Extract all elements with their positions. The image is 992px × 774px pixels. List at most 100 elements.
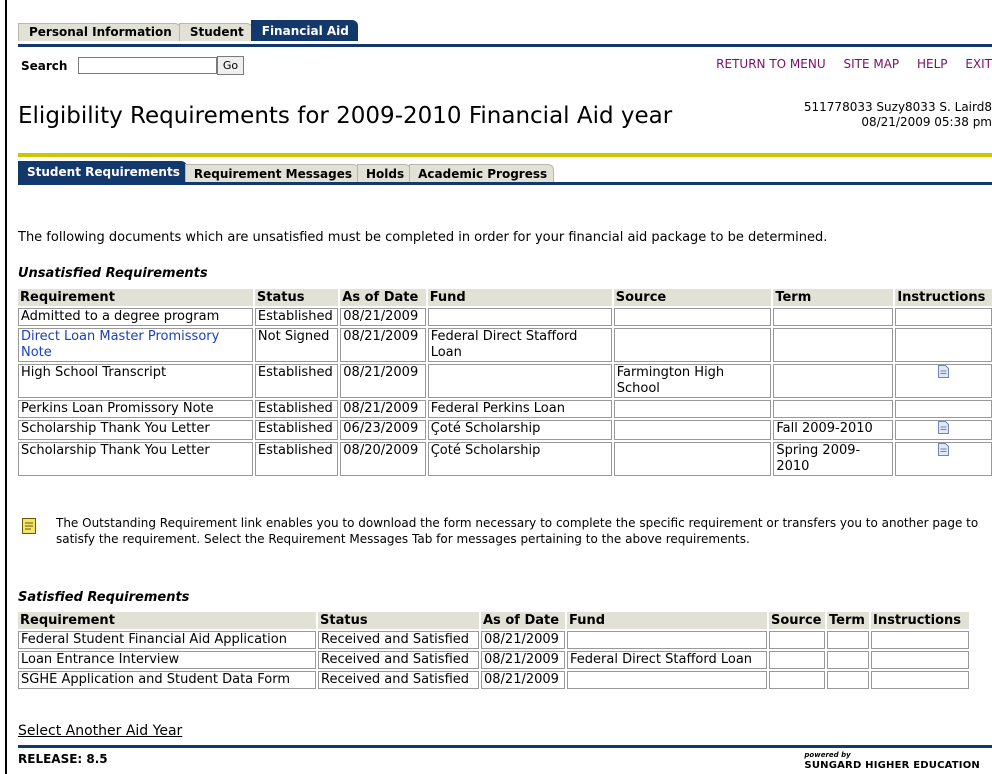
requirement-cell: Loan Entrance Interview (18, 651, 316, 669)
status-cell: Established (254, 400, 339, 418)
status-cell: Established (254, 442, 339, 476)
go-button[interactable]: Go (217, 56, 244, 75)
satisfied-rows: Federal Student Financial Aid Applicatio… (18, 631, 969, 689)
table-row: SGHE Application and Student Data Form Re… (18, 671, 969, 689)
term-cell: Fall 2009-2010 (773, 420, 894, 440)
term-cell (773, 328, 894, 362)
site-map-link[interactable]: SITE MAP (843, 57, 899, 71)
fund-cell: Federal Perkins Loan (427, 400, 612, 418)
col-as-of-date: As of Date (340, 289, 426, 306)
table-row: Direct Loan Master Promissory Note Not Si… (18, 328, 992, 362)
table-header-row: Requirement Status As of Date Fund Sourc… (18, 289, 992, 306)
exit-link[interactable]: EXIT (965, 57, 992, 71)
fund-cell: Federal Direct Stafford Loan (567, 651, 767, 669)
tab-requirement-messages[interactable]: Requirement Messages (184, 164, 359, 183)
requirement-cell: SGHE Application and Student Data Form (18, 671, 316, 689)
col-status: Status (254, 289, 339, 306)
col-source: Source (613, 289, 772, 306)
tab-student-requirements[interactable]: Student Requirements (18, 161, 187, 183)
tab-personal-information[interactable]: Personal Information (18, 23, 181, 41)
col-term: Term (773, 289, 894, 306)
fund-cell (567, 631, 767, 649)
fund-cell (427, 308, 612, 326)
col-fund: Fund (567, 612, 767, 629)
col-term: Term (827, 612, 869, 629)
source-cell: Farmington High School (613, 364, 772, 398)
instructions-cell (895, 420, 992, 440)
col-instructions: Instructions (895, 289, 992, 306)
satisfied-heading: Satisfied Requirements (18, 590, 190, 605)
date-cell: 08/21/2009 (481, 651, 565, 669)
instructions-cell (871, 671, 969, 689)
timestamp: 08/21/2009 05:38 pm (861, 115, 992, 129)
select-another-aid-year-link[interactable]: Select Another Aid Year (18, 723, 182, 739)
date-cell: 08/20/2009 (340, 442, 426, 476)
col-requirement: Requirement (18, 289, 253, 306)
source-cell (613, 328, 772, 362)
help-link[interactable]: HELP (917, 57, 948, 71)
col-status: Status (318, 612, 479, 629)
instructions-cell (895, 400, 992, 418)
source-cell (769, 651, 825, 669)
table-row: Loan Entrance Interview Received and Sati… (18, 651, 969, 669)
tab-student[interactable]: Student (178, 23, 253, 41)
unsatisfied-rows: Admitted to a degree program Established 0… (18, 308, 992, 476)
col-source: Source (769, 612, 825, 629)
source-cell (613, 420, 772, 440)
requirement-cell[interactable]: Direct Loan Master Promissory Note (18, 328, 253, 362)
col-fund: Fund (427, 289, 612, 306)
status-cell: Not Signed (254, 328, 339, 362)
tab-financial-aid[interactable]: Financial Aid (250, 20, 358, 41)
col-requirement: Requirement (18, 612, 316, 629)
info-note-text: The Outstanding Requirement link enables… (56, 516, 979, 546)
intro-text: The following documents which are unsati… (18, 230, 828, 245)
top-tab-rule (18, 44, 992, 47)
unsatisfied-table: Requirement Status As of Date Fund Sourc… (16, 287, 992, 478)
term-cell (827, 671, 869, 689)
source-cell (613, 308, 772, 326)
instructions-cell (895, 364, 992, 398)
tab-academic-progress[interactable]: Academic Progress (409, 164, 555, 183)
date-cell: 08/21/2009 (481, 671, 565, 689)
search-label: Search (21, 59, 68, 73)
search-input[interactable] (78, 57, 217, 74)
fund-cell: Çoté Scholarship (427, 442, 612, 476)
document-icon[interactable] (938, 365, 950, 378)
requirement-cell: Perkins Loan Promissory Note (18, 400, 253, 418)
source-cell (613, 400, 772, 418)
date-cell: 06/23/2009 (340, 420, 426, 440)
table-row: Federal Student Financial Aid Applicatio… (18, 631, 969, 649)
term-cell (773, 364, 894, 398)
sungard-suffix: HIGHER EDUCATION (861, 760, 980, 771)
document-icon[interactable] (938, 421, 950, 434)
term-cell (773, 400, 894, 418)
fund-cell: Federal Direct Stafford Loan (427, 328, 612, 362)
status-cell: Established (254, 420, 339, 440)
yellow-rule (18, 153, 992, 157)
date-cell: 08/21/2009 (340, 400, 426, 418)
instructions-cell (895, 328, 992, 362)
tab-holds[interactable]: Holds (356, 164, 412, 183)
col-instructions: Instructions (871, 612, 969, 629)
date-cell: 08/21/2009 (340, 308, 426, 326)
table-header-row: Requirement Status As of Date Fund Sourc… (18, 612, 969, 629)
fund-cell (567, 671, 767, 689)
powered-by-text: powered by (804, 751, 851, 759)
document-icon[interactable] (938, 443, 950, 456)
unsatisfied-heading: Unsatisfied Requirements (18, 266, 208, 281)
user-info: 511778033 Suzy8033 S. Laird8 08/21/2009 … (804, 100, 992, 130)
table-row: Scholarship Thank You Letter Established 0… (18, 420, 992, 440)
note-icon (22, 518, 36, 534)
return-to-menu-link[interactable]: RETURN TO MENU (716, 57, 825, 71)
instructions-cell (895, 442, 992, 476)
requirement-cell: Scholarship Thank You Letter (18, 442, 253, 476)
sungard-brand: SUNGARD (804, 760, 862, 771)
top-tabs: Personal Information Student Financial A… (18, 20, 358, 41)
instructions-cell (871, 651, 969, 669)
source-cell (613, 442, 772, 476)
powered-by-logo: powered by SUNGARD HIGHER EDUCATION (804, 750, 980, 771)
table-row: Scholarship Thank You Letter Established 0… (18, 442, 992, 476)
release-label: RELEASE: 8.5 (18, 752, 108, 766)
requirement-cell: Federal Student Financial Aid Applicatio… (18, 631, 316, 649)
fund-cell (427, 364, 612, 398)
